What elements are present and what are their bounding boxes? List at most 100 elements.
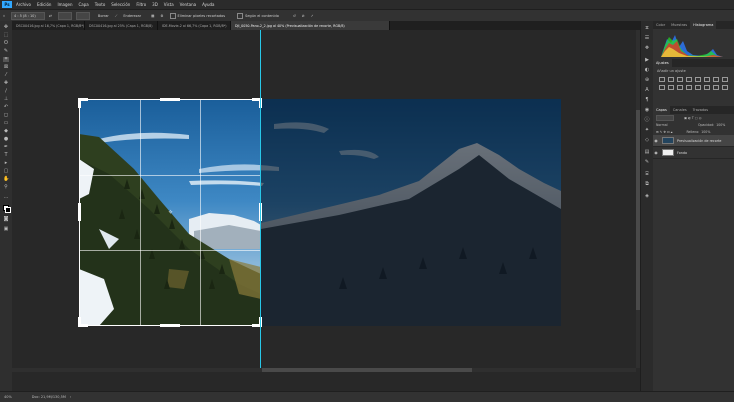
crop-handle-bottom-left[interactable]	[78, 317, 81, 327]
layer-name[interactable]: Previsualización de recorte	[677, 139, 721, 143]
clone-stamp-icon[interactable]: ⊥	[3, 97, 9, 102]
commit-check-icon[interactable]: ✓	[311, 14, 314, 18]
screen-mode-icon[interactable]: ▣	[3, 227, 9, 232]
shape-tool-icon[interactable]: ▢	[3, 169, 9, 174]
menu-edicion[interactable]: Edición	[37, 2, 51, 7]
menu-vista[interactable]: Vista	[164, 2, 174, 7]
borrar-button[interactable]: Borrar	[98, 14, 109, 18]
tab-adjustments[interactable]: Ajustes	[653, 59, 672, 67]
history-brush-icon[interactable]: ↶	[3, 105, 9, 110]
dodge-tool-icon[interactable]: ●	[3, 137, 9, 142]
move-tool-icon[interactable]: ✥	[3, 25, 9, 30]
layer-row[interactable]: ◉ Fondo	[653, 147, 734, 159]
properties-icon[interactable]: ☰	[644, 35, 650, 41]
overlay-grid-icon[interactable]: ▦	[151, 14, 154, 18]
guide-line[interactable]	[260, 30, 261, 368]
gear-icon[interactable]: ⚙	[160, 14, 163, 18]
character-icon[interactable]: A	[644, 87, 650, 93]
content-aware-checkbox[interactable]	[237, 12, 244, 19]
zoom-tool-icon[interactable]: ⚲	[3, 185, 9, 190]
color-balance-icon[interactable]	[713, 77, 719, 82]
menu-ventana[interactable]: Ventana	[180, 2, 196, 7]
3d-icon[interactable]: ◈	[644, 193, 650, 199]
menu-archivo[interactable]: Archivo	[16, 2, 31, 7]
crop-handle-top-left[interactable]	[78, 98, 81, 108]
pen-tool-icon[interactable]: ✒	[3, 145, 9, 150]
scroll-thumb[interactable]	[262, 368, 472, 372]
threshold-icon[interactable]	[704, 85, 710, 90]
eraser-tool-icon[interactable]: ◻	[3, 113, 9, 118]
tab-paths[interactable]: Trazados	[690, 106, 711, 114]
gradient-tool-icon[interactable]: ▭	[3, 121, 9, 126]
crop-box[interactable]: ✧	[78, 98, 262, 327]
layer-row[interactable]: ◉ Previsualización de recorte	[653, 135, 734, 147]
tab-channels[interactable]: Canales	[670, 106, 690, 114]
channel-mixer-icon[interactable]	[668, 85, 674, 90]
invert-icon[interactable]	[686, 85, 692, 90]
tab-color[interactable]: Color	[653, 21, 668, 29]
document-tab[interactable]: DSC00416.jpg al 25% (Capa 1, RGB/8)	[85, 21, 158, 30]
levels-icon[interactable]	[668, 77, 674, 82]
curves-icon[interactable]	[677, 77, 683, 82]
libraries-icon[interactable]: ▤	[644, 149, 650, 155]
menu-capa[interactable]: Capa	[79, 2, 89, 7]
blur-tool-icon[interactable]: ◆	[3, 129, 9, 134]
paths-icon[interactable]: ◇	[644, 137, 650, 143]
clone-source-icon[interactable]: ⊕	[644, 77, 650, 83]
straighten-icon[interactable]: ⟋	[115, 14, 117, 18]
lasso-tool-icon[interactable]: ʘ	[3, 41, 9, 46]
fill-value[interactable]: 100%	[701, 130, 710, 134]
tab-layers[interactable]: Capas	[653, 106, 670, 114]
crop-handle-left[interactable]	[78, 203, 81, 221]
eye-icon[interactable]: ◉	[653, 150, 659, 155]
layer-comps-icon[interactable]: ⧉	[644, 181, 650, 187]
document-tab[interactable]: IDE-Movie-2 al 66,7% (Capa 1, RGB/8*)	[158, 21, 231, 30]
filter-icons[interactable]: ▣ ◐ T ▢ ◎	[684, 116, 702, 120]
healing-brush-icon[interactable]: ✚	[3, 81, 9, 86]
tab-swatches[interactable]: Muestras	[668, 21, 690, 29]
marquee-tool-icon[interactable]: ⬚	[3, 33, 9, 38]
ratio-select[interactable]: 4 : 5 (8 : 10)	[10, 11, 45, 20]
tab-histogram[interactable]: Histograma	[690, 21, 717, 29]
info-icon[interactable]: ⓘ	[644, 117, 650, 123]
color-lookup-icon[interactable]	[677, 85, 683, 90]
hue-saturation-icon[interactable]	[704, 77, 710, 82]
frame-tool-icon[interactable]: ⊠	[3, 65, 9, 70]
crop-handle-top[interactable]	[160, 98, 180, 101]
brush-tool-icon[interactable]: ∕	[3, 89, 9, 94]
menu-ayuda[interactable]: Ayuda	[202, 2, 214, 7]
menu-filtro[interactable]: Filtro	[136, 2, 146, 7]
history-icon[interactable]: ⧖	[644, 25, 650, 31]
swap-icon[interactable]: ⇄	[49, 14, 52, 18]
hand-tool-icon[interactable]: ✋	[3, 177, 9, 182]
width-field[interactable]	[57, 11, 72, 20]
menu-texto[interactable]: Texto	[95, 2, 106, 7]
foreground-background-icon[interactable]	[3, 205, 11, 213]
menu-seleccion[interactable]: Selección	[111, 2, 130, 7]
cancel-icon[interactable]: ⊘	[302, 14, 305, 18]
type-tool-icon[interactable]: T	[3, 153, 9, 158]
brush-settings-icon[interactable]: ❖	[644, 45, 650, 51]
selective-color-icon[interactable]	[722, 85, 728, 90]
opacity-value[interactable]: 100%	[716, 123, 725, 127]
horizontal-scrollbar[interactable]	[12, 368, 636, 372]
document-tab[interactable]: DSC00416.jpg al 16,7% (Capa 1, RGB/8*)	[12, 21, 85, 30]
layer-filter-select[interactable]	[656, 114, 674, 121]
notes-icon[interactable]: ✎	[644, 159, 650, 165]
chevron-right-icon[interactable]: ›	[70, 395, 71, 399]
menu-imagen[interactable]: Imagen	[57, 2, 72, 7]
crop-tool-icon[interactable]: ⌗	[3, 57, 9, 62]
photo-filter-icon[interactable]	[659, 85, 665, 90]
crop-handle-bottom[interactable]	[160, 324, 180, 327]
path-select-icon[interactable]: ▸	[3, 161, 9, 166]
black-white-icon[interactable]	[722, 77, 728, 82]
more-tools-icon[interactable]: …	[3, 195, 9, 200]
quick-select-tool-icon[interactable]: ✎	[3, 49, 9, 54]
crop-tool-preset-icon[interactable]: ⌗	[3, 14, 5, 18]
delete-pixels-checkbox[interactable]	[169, 12, 176, 19]
blend-mode-select[interactable]: Normal	[656, 123, 684, 127]
posterize-icon[interactable]	[695, 85, 701, 90]
gradient-map-icon[interactable]	[713, 85, 719, 90]
actions-icon[interactable]: ▶	[644, 57, 650, 63]
exposure-icon[interactable]	[686, 77, 692, 82]
